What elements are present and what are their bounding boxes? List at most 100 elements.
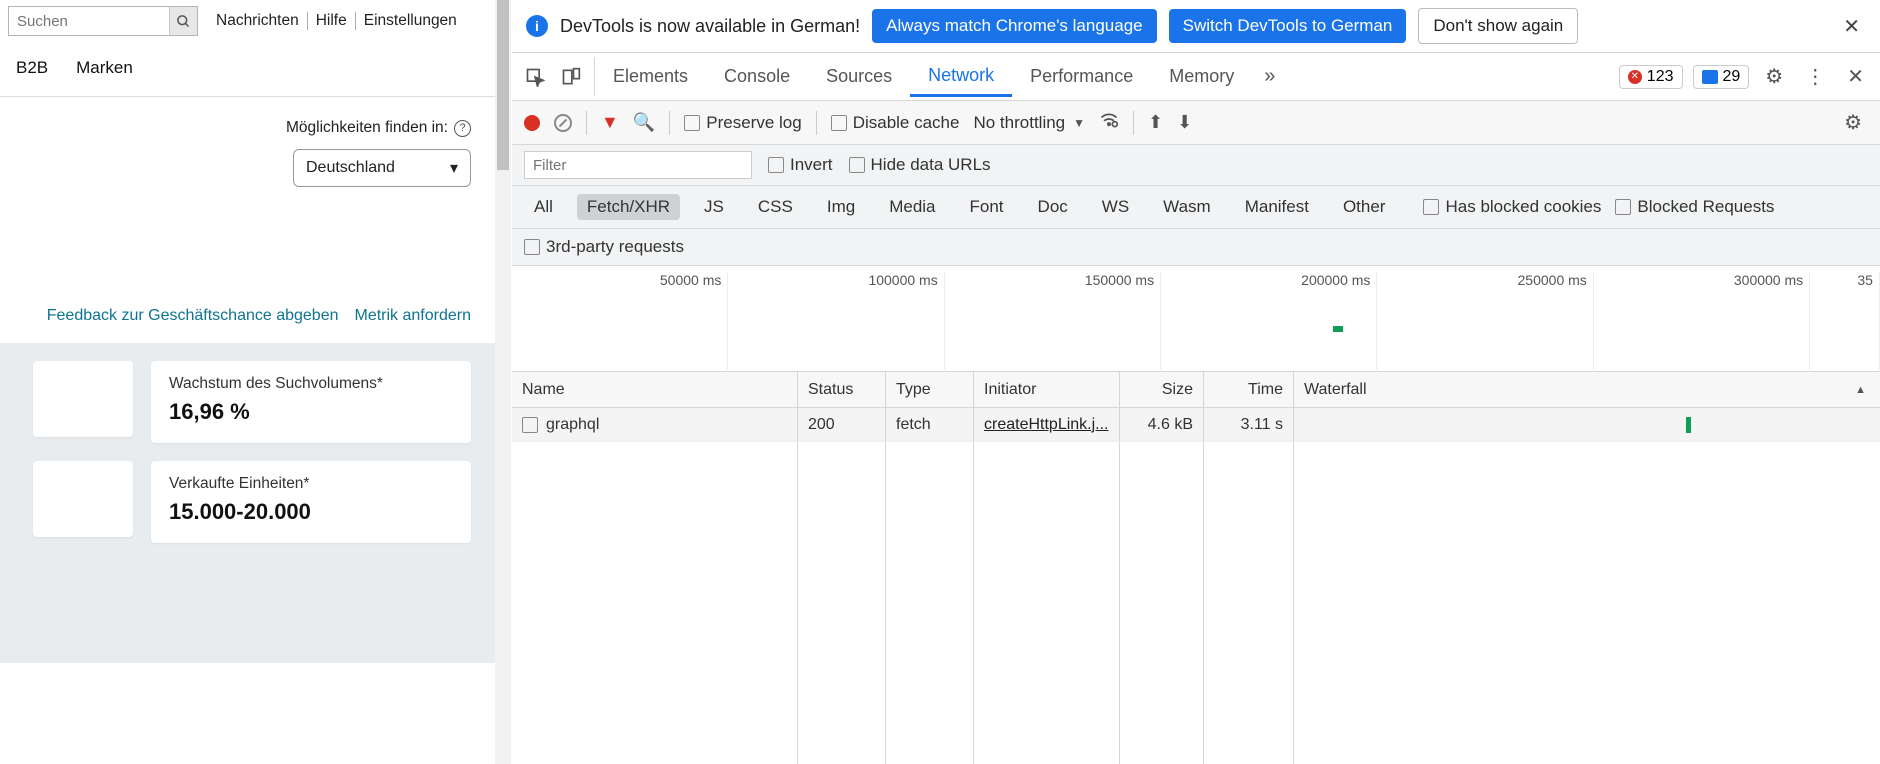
col-size[interactable]: Size (1120, 372, 1204, 407)
more-tabs-icon[interactable]: » (1252, 65, 1287, 88)
message-icon (1702, 70, 1718, 84)
devtools-tabs: Elements Console Sources Network Perform… (512, 53, 1880, 101)
thirdparty-checkbox[interactable]: 3rd-party requests (524, 237, 1868, 257)
type-js[interactable]: JS (694, 194, 734, 220)
devtools: i DevTools is now available in German! A… (512, 0, 1880, 764)
gear-icon[interactable]: ⚙ (1759, 64, 1789, 89)
network-toolbar: ▼ 🔍 Preserve log Disable cache No thrott… (512, 101, 1880, 145)
nav-marken[interactable]: Marken (76, 58, 133, 78)
card-title: Verkaufte Einheiten* (169, 475, 453, 493)
search-input[interactable] (9, 7, 169, 35)
app-left-pane: Nachrichten Hilfe Einstellungen B2B Mark… (0, 0, 496, 764)
timeline-marker (1333, 326, 1343, 332)
chevron-down-icon: ▾ (450, 158, 458, 178)
search-button[interactable] (169, 7, 197, 35)
table-row[interactable]: graphql 200 fetch createHttpLink.j... 4.… (512, 408, 1880, 442)
type-ws[interactable]: WS (1092, 194, 1139, 220)
scrollbar[interactable] (495, 0, 511, 764)
clear-icon[interactable] (554, 114, 572, 132)
close-devtools-icon[interactable]: ✕ (1841, 64, 1870, 89)
tl-tick: 100000 ms (728, 272, 944, 372)
opts-block: Möglichkeiten finden in: ? Deutschland ▾ (0, 97, 495, 187)
tl-tick: 250000 ms (1377, 272, 1593, 372)
help-icon[interactable]: ? (454, 120, 471, 137)
preserve-log-checkbox[interactable]: Preserve log (684, 113, 801, 133)
col-time[interactable]: Time (1204, 372, 1294, 407)
type-all[interactable]: All (524, 194, 563, 220)
tab-console[interactable]: Console (706, 57, 808, 96)
type-fetch-xhr[interactable]: Fetch/XHR (577, 194, 680, 220)
country-dropdown[interactable]: Deutschland ▾ (293, 149, 471, 187)
blocked-cookies-checkbox[interactable]: Has blocked cookies (1423, 197, 1601, 217)
type-media[interactable]: Media (879, 194, 945, 220)
col-waterfall[interactable]: Waterfall▲ (1294, 372, 1880, 407)
link-nachrichten[interactable]: Nachrichten (208, 12, 308, 30)
throttling-select[interactable]: No throttling▼ (973, 113, 1085, 133)
country-value: Deutschland (306, 159, 395, 177)
upload-icon[interactable]: ⬆ (1148, 112, 1163, 133)
col-status[interactable]: Status (798, 372, 886, 407)
type-img[interactable]: Img (817, 194, 865, 220)
type-css[interactable]: CSS (748, 194, 803, 220)
feedback-link[interactable]: Feedback zur Geschäftschance abgeben (47, 307, 339, 325)
download-icon[interactable]: ⬇ (1177, 112, 1192, 133)
link-hilfe[interactable]: Hilfe (308, 12, 356, 30)
col-initiator[interactable]: Initiator (974, 372, 1120, 407)
type-doc[interactable]: Doc (1028, 194, 1078, 220)
filter-icon[interactable]: ▼ (601, 112, 619, 133)
tl-tick: 300000 ms (1594, 272, 1810, 372)
kebab-icon[interactable]: ⋮ (1799, 64, 1831, 89)
card-stub (33, 461, 133, 537)
tab-sources[interactable]: Sources (808, 57, 910, 96)
col-name[interactable]: Name (512, 372, 798, 407)
row-checkbox[interactable] (522, 417, 538, 433)
timeline[interactable]: 50000 ms 100000 ms 150000 ms 200000 ms 2… (512, 266, 1880, 372)
search-icon[interactable]: 🔍 (633, 112, 655, 133)
network-conditions-icon[interactable] (1099, 110, 1119, 135)
sort-asc-icon: ▲ (1855, 384, 1866, 396)
hide-dataurls-checkbox[interactable]: Hide data URLs (849, 155, 991, 175)
tab-elements[interactable]: Elements (595, 57, 706, 96)
network-table-header: Name Status Type Initiator Size Time Wat… (512, 372, 1880, 408)
blocked-requests-checkbox[interactable]: Blocked Requests (1615, 197, 1774, 217)
record-icon[interactable] (524, 115, 540, 131)
initiator-link[interactable]: createHttpLink.j... (984, 416, 1109, 434)
metric-link[interactable]: Metrik anfordern (355, 307, 472, 325)
cards-area: Wachstum des Suchvolumens* 16,96 % Verka… (0, 343, 495, 663)
inspect-icon[interactable] (522, 64, 548, 90)
network-settings-icon[interactable]: ⚙ (1838, 110, 1868, 135)
switch-german-button[interactable]: Switch DevTools to German (1169, 9, 1407, 43)
match-language-button[interactable]: Always match Chrome's language (872, 9, 1156, 43)
scroll-thumb[interactable] (497, 0, 509, 170)
topbar-links: Nachrichten Hilfe Einstellungen (208, 12, 465, 30)
tab-network[interactable]: Network (910, 58, 1012, 97)
disable-cache-checkbox[interactable]: Disable cache (831, 113, 960, 133)
invert-checkbox[interactable]: Invert (768, 155, 833, 175)
tl-tick: 50000 ms (512, 272, 728, 372)
type-wasm[interactable]: Wasm (1153, 194, 1221, 220)
card-title: Wachstum des Suchvolumens* (169, 375, 453, 393)
opts-label: Möglichkeiten finden in: ? (286, 119, 471, 137)
tab-performance[interactable]: Performance (1012, 57, 1151, 96)
tl-tick: 150000 ms (945, 272, 1161, 372)
dont-show-button[interactable]: Don't show again (1418, 8, 1578, 44)
error-count[interactable]: ✕ 123 (1619, 65, 1683, 89)
type-filter-row: All Fetch/XHR JS CSS Img Media Font Doc … (512, 186, 1880, 229)
topbar: Nachrichten Hilfe Einstellungen (0, 0, 495, 42)
col-type[interactable]: Type (886, 372, 974, 407)
close-icon[interactable]: ✕ (1837, 14, 1866, 39)
filter-input[interactable] (524, 151, 752, 179)
nav-b2b[interactable]: B2B (16, 58, 48, 78)
error-icon: ✕ (1628, 70, 1642, 84)
link-einstellungen[interactable]: Einstellungen (356, 12, 465, 30)
tab-memory[interactable]: Memory (1151, 57, 1252, 96)
type-manifest[interactable]: Manifest (1235, 194, 1319, 220)
type-font[interactable]: Font (960, 194, 1014, 220)
card-value: 16,96 % (169, 399, 453, 425)
infobar-text: DevTools is now available in German! (560, 16, 860, 37)
thirdparty-row: 3rd-party requests (512, 229, 1880, 266)
device-icon[interactable] (558, 64, 584, 90)
message-count[interactable]: 29 (1693, 65, 1750, 89)
filter-row: Invert Hide data URLs (512, 145, 1880, 186)
type-other[interactable]: Other (1333, 194, 1396, 220)
